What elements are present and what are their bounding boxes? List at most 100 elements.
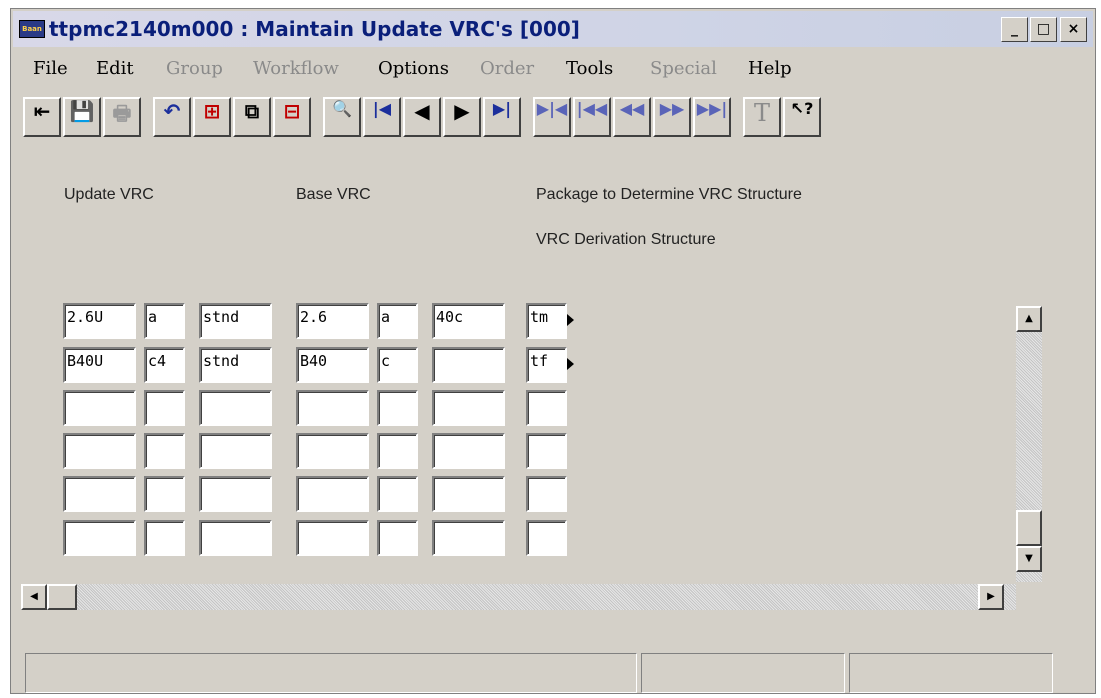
arrow-up-icon: ▲ [1025, 313, 1033, 324]
minimize-button[interactable]: _ [1001, 17, 1028, 42]
save-button[interactable]: 💾 [63, 97, 101, 137]
text-button[interactable]: T [743, 97, 781, 137]
menu-workflow[interactable]: Workflow [253, 58, 339, 79]
menu-options[interactable]: Options [378, 58, 449, 79]
group-button[interactable]: ▶|◀ [533, 97, 571, 137]
update-vrc-release-field[interactable] [144, 476, 185, 512]
delete-record-button[interactable]: ⊟ [273, 97, 311, 137]
status-panel-extra [849, 653, 1053, 693]
maximize-button[interactable]: □ [1030, 17, 1057, 42]
base-vrc-customer-field[interactable] [432, 476, 505, 512]
first-record-icon: |◀ [372, 99, 392, 118]
scroll-right-button[interactable]: ▶ [978, 584, 1004, 610]
duplicate-record-button[interactable]: ⧉ [233, 97, 271, 137]
vertical-scrollbar[interactable]: ▲ ▼ [1016, 306, 1042, 582]
menu-edit[interactable]: Edit [96, 58, 134, 79]
find-button[interactable]: 🔍 [323, 97, 361, 137]
menu-help[interactable]: Help [748, 58, 792, 79]
base-vrc-version-field[interactable]: B40 [296, 347, 369, 383]
scroll-down-button[interactable]: ▼ [1016, 546, 1042, 572]
scroll-left-button[interactable]: ◀ [21, 584, 47, 610]
update-vrc-version-field[interactable]: B40U [63, 347, 136, 383]
text-icon: T [753, 99, 770, 127]
update-vrc-version-field[interactable] [63, 476, 136, 512]
right-arrow-icon [567, 314, 574, 326]
previous-record-icon: ◀ [414, 99, 430, 123]
update-vrc-release-field[interactable] [144, 520, 185, 556]
horizontal-scrollbar[interactable]: ◀ ▶ [21, 584, 1016, 610]
last-record-button[interactable]: ▶| [483, 97, 521, 137]
package-field[interactable]: tm [526, 303, 567, 339]
base-vrc-release-field[interactable]: c [377, 347, 418, 383]
update-vrc-customer-field[interactable]: stnd [199, 303, 272, 339]
base-vrc-version-field[interactable] [296, 520, 369, 556]
last-record-icon: ▶| [492, 99, 512, 118]
package-field[interactable] [526, 520, 567, 556]
previous-group-button[interactable]: ◀◀ [613, 97, 651, 137]
find-icon: 🔍 [332, 99, 352, 118]
next-group-button[interactable]: ▶▶ [653, 97, 691, 137]
insert-record-button[interactable]: ⊞ [193, 97, 231, 137]
update-vrc-customer-field[interactable] [199, 390, 272, 426]
base-vrc-customer-field[interactable] [432, 520, 505, 556]
close-button[interactable]: × [1060, 17, 1087, 42]
previous-record-button[interactable]: ◀ [403, 97, 441, 137]
base-vrc-release-field[interactable] [377, 390, 418, 426]
label-vrc-derivation-structure: VRC Derivation Structure [536, 231, 716, 248]
package-field[interactable] [526, 390, 567, 426]
menu-special[interactable]: Special [650, 58, 717, 79]
horizontal-scroll-thumb[interactable] [47, 584, 77, 610]
base-vrc-version-field[interactable] [296, 433, 369, 469]
base-vrc-customer-field[interactable] [432, 347, 505, 383]
menu-order[interactable]: Order [480, 58, 534, 79]
package-field[interactable]: tf [526, 347, 567, 383]
update-vrc-customer-field[interactable] [199, 476, 272, 512]
update-vrc-version-field[interactable] [63, 390, 136, 426]
update-vrc-customer-field[interactable] [199, 433, 272, 469]
exit-button[interactable]: ⇤ [23, 97, 61, 137]
label-base-vrc: Base VRC [296, 186, 371, 203]
package-field[interactable] [526, 476, 567, 512]
menu-tools[interactable]: Tools [566, 58, 613, 79]
menu-file[interactable]: File [33, 58, 68, 79]
base-vrc-release-field[interactable] [377, 520, 418, 556]
previous-group-icon: ◀◀ [619, 99, 645, 118]
base-vrc-version-field[interactable] [296, 476, 369, 512]
help-pointer-button[interactable]: ↖? [783, 97, 821, 137]
base-vrc-customer-field[interactable] [432, 433, 505, 469]
update-vrc-release-field[interactable] [144, 390, 185, 426]
undo-button[interactable]: ↶ [153, 97, 191, 137]
right-arrow-icon [567, 358, 574, 370]
scroll-up-button[interactable]: ▲ [1016, 306, 1042, 332]
base-vrc-version-field[interactable]: 2.6 [296, 303, 369, 339]
undo-icon: ↶ [163, 99, 181, 123]
base-vrc-customer-field[interactable] [432, 390, 505, 426]
insert-record-icon: ⊞ [203, 99, 221, 123]
first-group-button[interactable]: |◀◀ [573, 97, 611, 137]
base-vrc-release-field[interactable] [377, 476, 418, 512]
package-field[interactable] [526, 433, 567, 469]
toolbar: ⇤ 💾 🖶 ↶ ⊞ ⧉ ⊟ 🔍 |◀ ◀ ▶ ▶| ▶|◀ |◀◀ ◀◀ ▶▶ … [13, 93, 1093, 143]
help-pointer-icon: ↖? [790, 99, 814, 118]
last-group-button[interactable]: ▶▶| [693, 97, 731, 137]
update-vrc-version-field[interactable] [63, 520, 136, 556]
arrow-right-icon: ▶ [987, 591, 995, 602]
base-vrc-release-field[interactable] [377, 433, 418, 469]
update-vrc-version-field[interactable]: 2.6U [63, 303, 136, 339]
base-vrc-customer-field[interactable]: 40c [432, 303, 505, 339]
title-bar[interactable]: Baan ttpmc2140m000 : Maintain Update VRC… [13, 11, 1093, 47]
vertical-scroll-thumb[interactable] [1016, 510, 1042, 546]
update-vrc-version-field[interactable] [63, 433, 136, 469]
base-vrc-version-field[interactable] [296, 390, 369, 426]
update-vrc-release-field[interactable] [144, 433, 185, 469]
update-vrc-release-field[interactable]: c4 [144, 347, 185, 383]
group-icon: ▶|◀ [536, 99, 568, 118]
first-record-button[interactable]: |◀ [363, 97, 401, 137]
next-record-button[interactable]: ▶ [443, 97, 481, 137]
base-vrc-release-field[interactable]: a [377, 303, 418, 339]
update-vrc-customer-field[interactable]: stnd [199, 347, 272, 383]
menu-group[interactable]: Group [166, 58, 223, 79]
update-vrc-release-field[interactable]: a [144, 303, 185, 339]
print-button[interactable]: 🖶 [103, 97, 141, 137]
update-vrc-customer-field[interactable] [199, 520, 272, 556]
